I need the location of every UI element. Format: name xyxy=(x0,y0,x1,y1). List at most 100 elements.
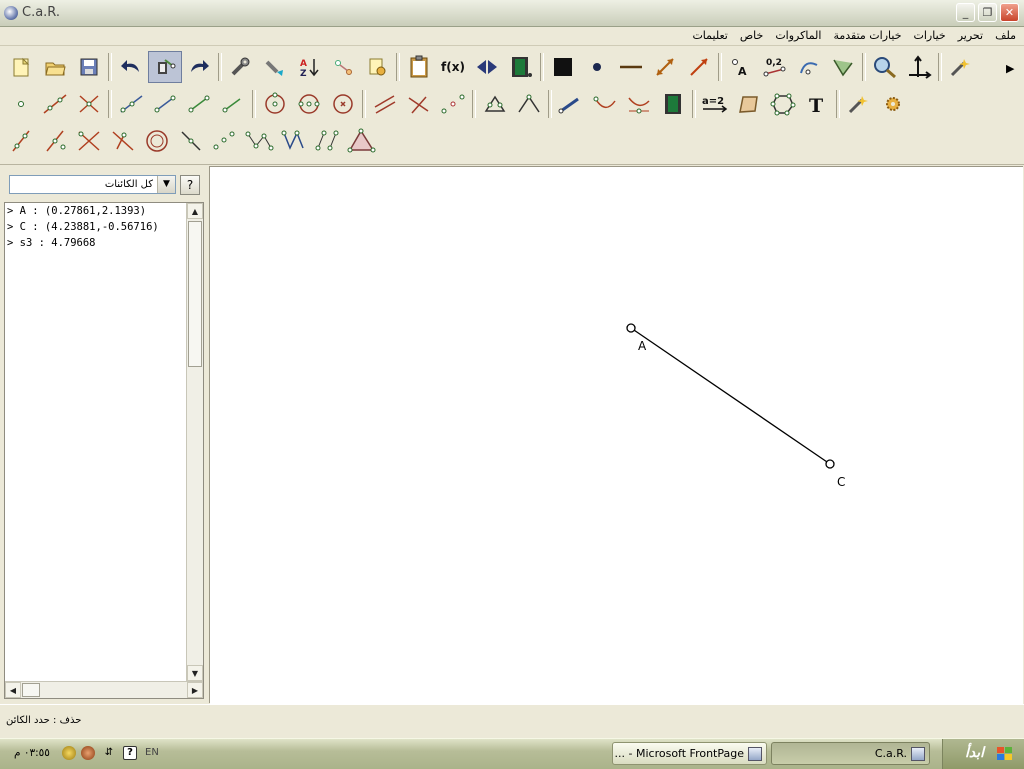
text-tool-icon[interactable]: T xyxy=(800,88,834,120)
polygon-points-icon[interactable] xyxy=(766,88,800,120)
menu-special[interactable]: خاص xyxy=(740,29,763,42)
new-file-icon[interactable] xyxy=(4,51,38,83)
circle-3points-icon[interactable] xyxy=(292,88,326,120)
close-button[interactable]: ✕ xyxy=(1000,3,1019,22)
circle-center-icon[interactable] xyxy=(140,125,174,157)
intersection-tool-icon[interactable] xyxy=(72,88,106,120)
double-arrow-icon[interactable] xyxy=(648,51,682,83)
arc-tool-icon[interactable] xyxy=(792,51,826,83)
redo-icon[interactable] xyxy=(182,51,216,83)
vector-tool-icon[interactable] xyxy=(216,88,250,120)
scroll-right-icon[interactable]: ▶ xyxy=(187,682,203,698)
segment-s3[interactable] xyxy=(630,327,831,465)
animation-film-icon[interactable] xyxy=(504,51,538,83)
line-style-icon[interactable] xyxy=(614,51,648,83)
list-item[interactable]: > C : (4.23881,-0.56716) xyxy=(7,221,159,233)
zoom-icon[interactable] xyxy=(868,51,902,83)
list-item[interactable]: > A : (0.27861,2.1393) xyxy=(7,205,146,217)
drawing-canvas[interactable]: A C xyxy=(210,166,1023,704)
menu-file[interactable]: ملف xyxy=(995,29,1016,42)
hide-object-icon[interactable] xyxy=(326,51,360,83)
volume-icon[interactable]: ⇵ xyxy=(102,746,116,760)
scroll-left-icon[interactable]: ◀ xyxy=(5,682,21,698)
zigzag-points-icon[interactable] xyxy=(276,125,310,157)
clipboard-icon[interactable] xyxy=(402,51,436,83)
midpoint-tool-icon[interactable] xyxy=(436,88,470,120)
fixed-segment-icon[interactable] xyxy=(182,88,216,120)
point-style-icon[interactable] xyxy=(580,51,614,83)
gear-file-icon[interactable] xyxy=(360,51,394,83)
point-sequence-icon[interactable] xyxy=(208,125,242,157)
menu-help[interactable]: تعليمات xyxy=(692,29,727,42)
animation-tool-icon[interactable] xyxy=(656,88,690,120)
angle-tool-icon[interactable] xyxy=(826,51,860,83)
start-button[interactable]: ابدأ xyxy=(942,739,1024,769)
help-button[interactable]: ? xyxy=(180,175,200,195)
vector-arrow-icon[interactable] xyxy=(682,51,716,83)
angle-bisector-icon[interactable] xyxy=(512,88,546,120)
move-tool-icon[interactable] xyxy=(554,88,588,120)
line-tool-icon[interactable] xyxy=(38,88,72,120)
locus-tool-icon[interactable] xyxy=(622,88,656,120)
list-item[interactable]: > s3 : 4.79668 xyxy=(7,237,96,249)
menu-edit[interactable]: تحرير xyxy=(958,29,983,42)
sort-az-icon[interactable]: AZ xyxy=(292,51,326,83)
undo-icon[interactable] xyxy=(114,51,148,83)
circle-tool-icon[interactable] xyxy=(258,88,292,120)
function-icon[interactable]: f(x) xyxy=(436,51,470,83)
toolbar-scroll-right-icon[interactable]: ▶ xyxy=(1006,62,1018,76)
ray-tool-icon[interactable] xyxy=(114,88,148,120)
segment-tool-icon[interactable] xyxy=(148,88,182,120)
save-file-icon[interactable] xyxy=(72,51,106,83)
reflection-tool-icon[interactable] xyxy=(106,125,140,157)
axes-icon[interactable] xyxy=(902,51,936,83)
multi-point-icon[interactable] xyxy=(242,125,276,157)
parallel-tool-icon[interactable] xyxy=(368,88,402,120)
point-pairs-icon[interactable] xyxy=(310,125,344,157)
quadrilateral-tool-icon[interactable] xyxy=(732,88,766,120)
taskbar-app-frontpage[interactable]: ... - Microsoft FrontPage xyxy=(612,742,767,765)
vertical-scrollbar[interactable]: ▲ ▼ xyxy=(186,203,203,681)
media-player-icon[interactable] xyxy=(81,746,95,760)
menu-advanced-options[interactable]: خيارات متقدمة xyxy=(833,29,901,42)
filled-square-icon[interactable] xyxy=(546,51,580,83)
scroll-up-icon[interactable]: ▲ xyxy=(187,203,203,219)
tray-clock[interactable]: ٠٣:٥٥ م xyxy=(14,747,50,759)
minimize-button[interactable]: _ xyxy=(956,3,975,22)
horizontal-scrollbar[interactable]: ◀ ▶ xyxy=(5,681,203,698)
vertical-scroll-thumb[interactable] xyxy=(188,221,202,367)
macro-wand-icon[interactable] xyxy=(944,51,978,83)
wrench-icon[interactable] xyxy=(224,51,258,83)
chevron-down-icon[interactable]: ▼ xyxy=(157,176,175,193)
perpendicular-tool-icon[interactable] xyxy=(402,88,436,120)
help-tray-icon[interactable]: ? xyxy=(123,746,137,760)
curve-tool-icon[interactable] xyxy=(588,88,622,120)
cross-lines-icon[interactable] xyxy=(72,125,106,157)
network-globe-icon[interactable] xyxy=(62,746,76,760)
settings-gear-icon[interactable] xyxy=(876,88,910,120)
flip-icon[interactable] xyxy=(470,51,504,83)
maximize-button[interactable]: ❐ xyxy=(978,3,997,22)
point-tool-icon[interactable] xyxy=(4,88,38,120)
point-label-icon[interactable]: A xyxy=(724,51,758,83)
triangle-tool-icon[interactable] xyxy=(344,125,378,157)
value-display-icon[interactable]: 0,2 xyxy=(758,51,792,83)
point-C[interactable] xyxy=(825,459,835,469)
expression-tool-icon[interactable]: a=2 xyxy=(698,88,732,120)
menu-macros[interactable]: الماكروات xyxy=(775,29,821,42)
color-brush-icon[interactable] xyxy=(258,51,292,83)
taskbar-app-car[interactable]: C.a.R. xyxy=(771,742,930,765)
run-macro-icon[interactable] xyxy=(842,88,876,120)
tangent-tool-icon[interactable] xyxy=(174,125,208,157)
polygon-intersect-icon[interactable] xyxy=(478,88,512,120)
horizontal-scroll-thumb[interactable] xyxy=(22,683,40,697)
line-through-points-icon[interactable] xyxy=(38,125,72,157)
point-on-line-icon[interactable] xyxy=(4,125,38,157)
point-A[interactable] xyxy=(626,323,636,333)
open-file-icon[interactable] xyxy=(38,51,72,83)
object-filter-select[interactable]: كل الكائنات ▼ xyxy=(9,175,176,194)
menu-options[interactable]: خيارات xyxy=(914,29,946,42)
scroll-down-icon[interactable]: ▼ xyxy=(187,665,203,681)
fixed-circle-icon[interactable] xyxy=(326,88,360,120)
delete-tool-icon[interactable] xyxy=(148,51,182,83)
